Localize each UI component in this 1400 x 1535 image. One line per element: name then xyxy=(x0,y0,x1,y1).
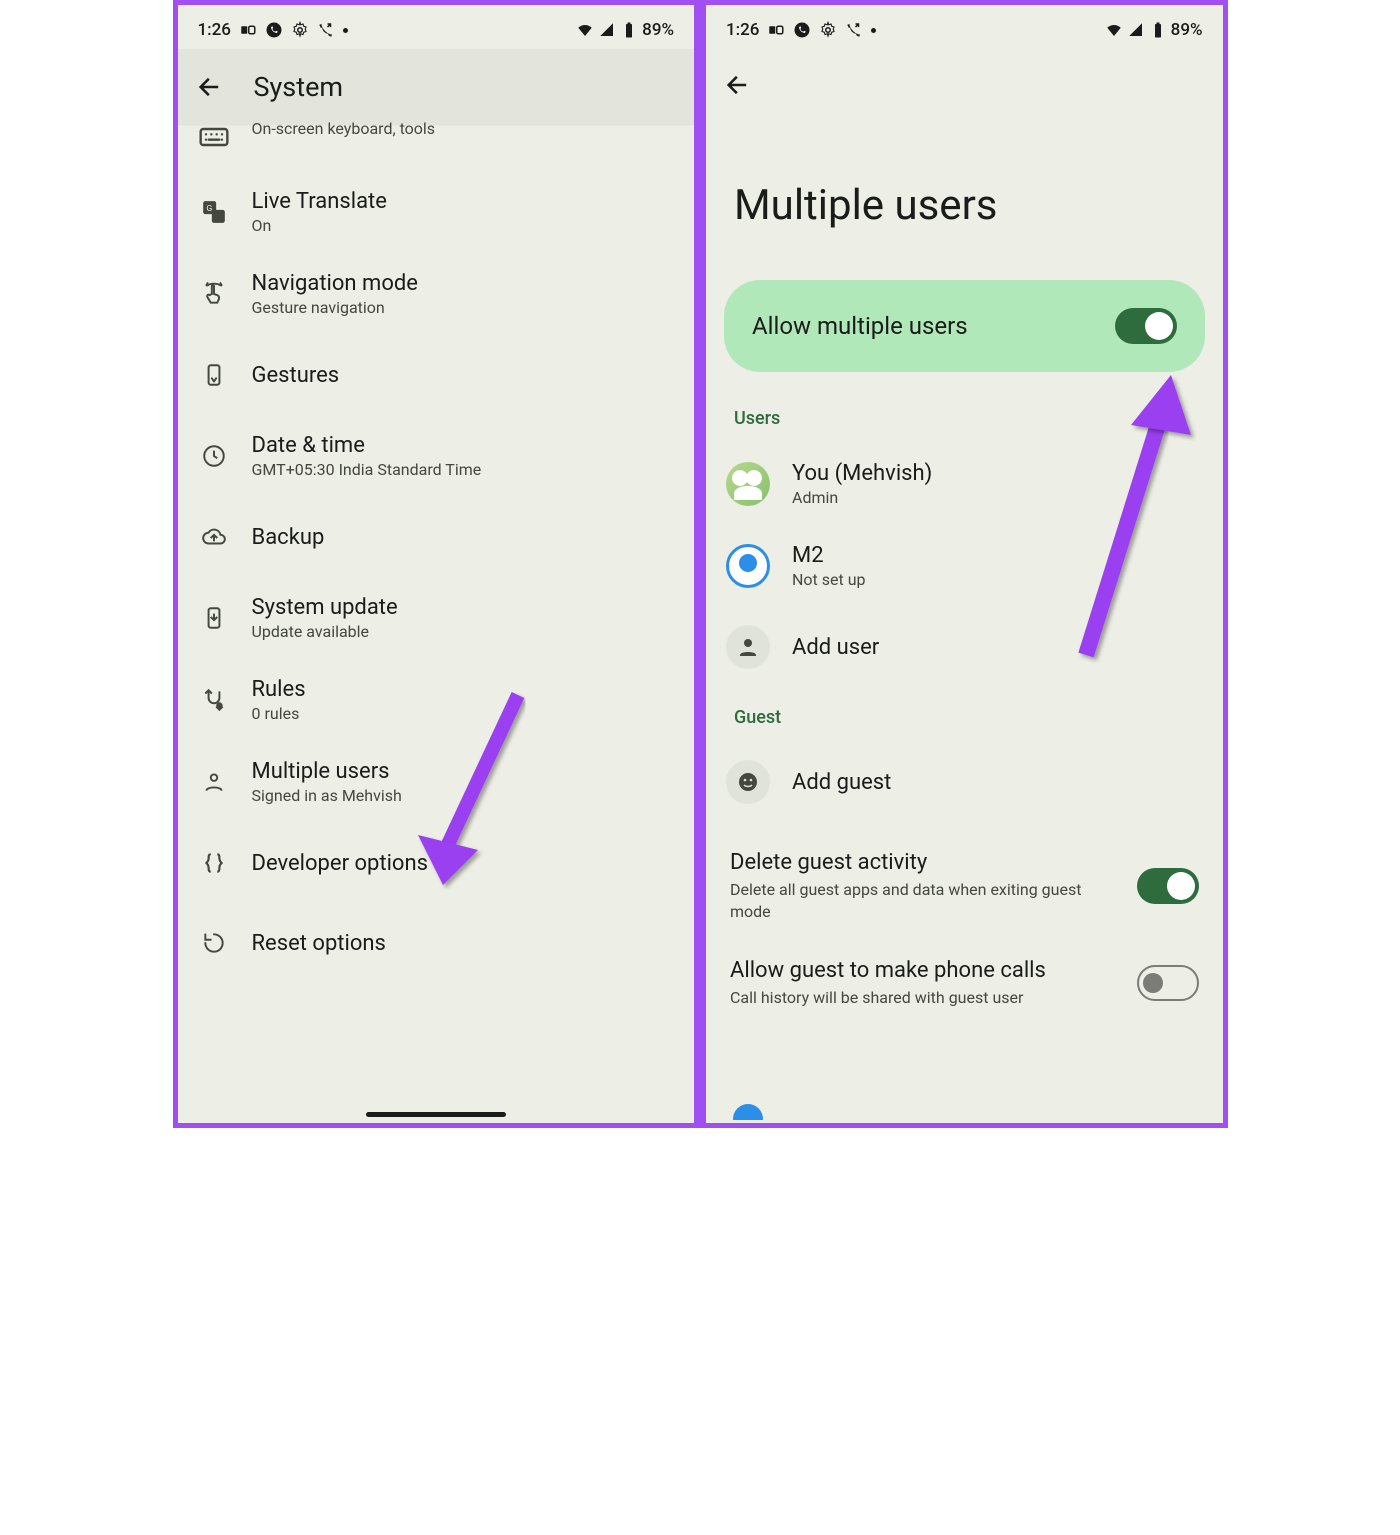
list-item-navigation-mode[interactable]: Navigation modeGesture navigation xyxy=(178,253,695,335)
gear-status-icon xyxy=(291,21,309,39)
app-bar: System xyxy=(178,49,695,125)
back-arrow-icon[interactable] xyxy=(724,71,752,99)
section-header-guest: Guest xyxy=(706,687,1223,742)
delete-guest-activity-toggle[interactable] xyxy=(1137,868,1199,904)
multiple-users-screen: 1:26 89% Multiple users Allow multiple u… xyxy=(700,3,1225,1125)
user-row-you[interactable]: You (Mehvish)Admin xyxy=(706,443,1223,525)
phone-status-icon xyxy=(793,21,811,39)
list-item-date-time[interactable]: Date & timeGMT+05:30 India Standard Time xyxy=(178,415,695,497)
allow-multiple-users-label: Allow multiple users xyxy=(752,312,968,340)
allow-multiple-users-card[interactable]: Allow multiple users xyxy=(724,280,1205,372)
guest-icon xyxy=(736,770,760,794)
clock-icon xyxy=(201,443,227,469)
system-settings-screen: 1:26 89% System On-screen keyb xyxy=(176,3,701,1125)
person-add-icon xyxy=(736,635,760,659)
keyboard-sub: On-screen keyboard, tools xyxy=(252,119,436,138)
list-item-gestures[interactable]: Gestures xyxy=(178,335,695,415)
allow-guest-calls-row[interactable]: Allow guest to make phone callsCall hist… xyxy=(706,944,1223,1023)
notification-dot-icon xyxy=(871,28,876,33)
battery-icon xyxy=(620,21,638,39)
allow-guest-calls-toggle[interactable] xyxy=(1137,965,1199,1001)
status-bar: 1:26 89% xyxy=(706,5,1223,49)
avatar-you xyxy=(726,462,770,506)
call-missed-icon xyxy=(845,21,863,39)
notification-chip-icon xyxy=(239,21,257,39)
appbar-title: System xyxy=(254,71,344,103)
call-missed-icon xyxy=(317,21,335,39)
add-user-row[interactable]: Add user xyxy=(706,607,1223,687)
allow-multiple-users-toggle[interactable] xyxy=(1115,308,1177,344)
reset-icon xyxy=(201,930,227,956)
gesture-nav-bar[interactable] xyxy=(366,1112,506,1117)
list-item-rules[interactable]: Rules0 rules xyxy=(178,659,695,741)
signal-icon xyxy=(598,21,616,39)
translate-icon: G xyxy=(201,199,227,225)
list-item-developer-options[interactable]: Developer options xyxy=(178,823,695,903)
signal-icon xyxy=(1127,21,1145,39)
wifi-icon xyxy=(1105,21,1123,39)
user-row-m2[interactable]: M2Not set up xyxy=(706,525,1223,607)
list-item-keyboard[interactable]: On-screen keyboard, tools xyxy=(178,119,695,171)
cloud-upload-icon xyxy=(201,524,227,550)
status-bar: 1:26 89% xyxy=(178,5,695,49)
notification-chip-icon xyxy=(767,21,785,39)
page-title: Multiple users xyxy=(706,121,1223,260)
phone-status-icon xyxy=(265,21,283,39)
battery-percent: 89% xyxy=(642,20,674,40)
braces-icon xyxy=(201,850,227,876)
list-item-live-translate[interactable]: G Live TranslateOn xyxy=(178,171,695,253)
rules-icon xyxy=(201,687,227,713)
section-header-users: Users xyxy=(706,400,1223,443)
gear-status-icon xyxy=(819,21,837,39)
app-bar xyxy=(706,49,1223,121)
back-arrow-icon[interactable] xyxy=(196,73,224,101)
status-time: 1:26 xyxy=(726,20,759,40)
list-item-system-update[interactable]: System updateUpdate available xyxy=(178,577,695,659)
notification-dot-icon xyxy=(343,28,348,33)
list-item-reset-options[interactable]: Reset options xyxy=(178,903,695,983)
avatar-m2 xyxy=(726,544,770,588)
list-item-backup[interactable]: Backup xyxy=(178,497,695,577)
add-guest-row[interactable]: Add guest xyxy=(706,742,1223,822)
delete-guest-activity-row[interactable]: Delete guest activityDelete all guest ap… xyxy=(706,836,1223,936)
keyboard-icon xyxy=(198,121,230,153)
wifi-icon xyxy=(576,21,594,39)
status-time: 1:26 xyxy=(198,20,231,40)
swipe-icon xyxy=(201,281,227,307)
svg-text:G: G xyxy=(206,204,212,214)
person-icon xyxy=(201,769,227,795)
battery-icon xyxy=(1149,21,1167,39)
battery-percent: 89% xyxy=(1171,20,1203,40)
list-item-multiple-users[interactable]: Multiple usersSigned in as Mehvish xyxy=(178,741,695,823)
system-update-icon xyxy=(201,605,227,631)
gesture-icon xyxy=(201,362,227,388)
